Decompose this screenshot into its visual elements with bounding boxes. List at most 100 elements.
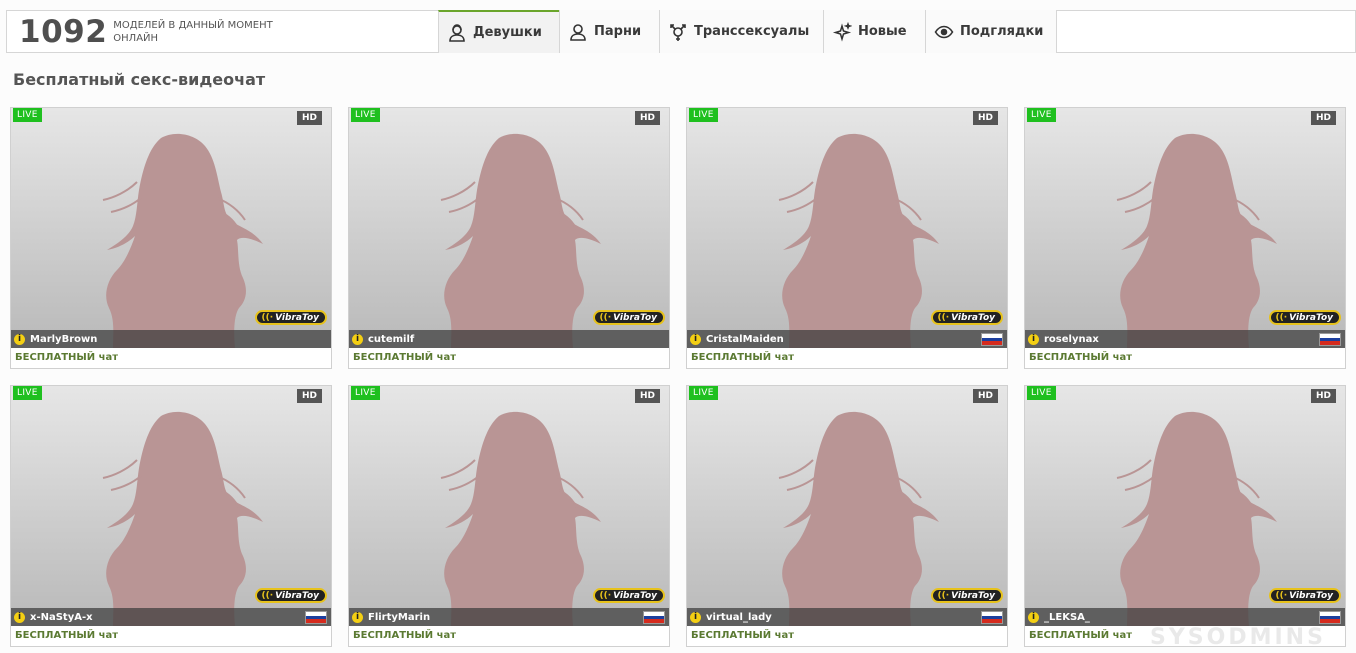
info-icon[interactable]: i	[352, 611, 363, 623]
info-icon[interactable]: i	[14, 333, 25, 345]
model-name[interactable]: MarlyBrown	[30, 334, 97, 345]
live-badge: LIVE	[689, 386, 718, 400]
tab-boys[interactable]: Парни	[559, 10, 659, 53]
model-name[interactable]: cutemilf	[368, 334, 414, 345]
tab-new[interactable]: Новые	[823, 10, 925, 53]
vibratoy-label: VibraToy	[275, 590, 319, 601]
flag-ru-icon	[981, 611, 1003, 624]
category-tabs: Девушки Парни Транссексуалы Новые Подгля…	[438, 10, 1057, 53]
model-name[interactable]: roselynax	[1044, 334, 1099, 345]
chat-type-label[interactable]: БЕСПЛАТНЫЙ чат	[1029, 352, 1132, 363]
live-badge: LIVE	[13, 386, 42, 400]
hd-badge: HD	[972, 389, 998, 403]
model-thumbnail[interactable]: LIVE HD ((· VibraToy i cutemilf	[349, 108, 669, 348]
vibratoy-label: VibraToy	[275, 312, 319, 323]
tab-trans-label: Транссексуалы	[694, 24, 810, 39]
model-name[interactable]: x-NaStyA-x	[30, 612, 93, 623]
vibration-icon: ((·	[1275, 312, 1288, 323]
chat-type-label[interactable]: БЕСПЛАТНЫЙ чат	[691, 352, 794, 363]
silhouette-placeholder	[1116, 411, 1277, 626]
hd-badge: HD	[972, 111, 998, 125]
male-user-icon	[568, 21, 588, 43]
vibration-icon: ((·	[599, 590, 612, 601]
model-card[interactable]: LIVE HD ((· VibraToy i MarlyBrown БЕСПЛАТ…	[10, 107, 332, 369]
vibratoy-badge: ((· VibraToy	[593, 310, 665, 325]
vibratoy-badge: ((· VibraToy	[1269, 588, 1341, 603]
info-icon[interactable]: i	[1028, 611, 1039, 623]
flag-stripe	[644, 619, 664, 624]
flag-stripe	[982, 619, 1002, 624]
info-icon[interactable]: i	[690, 611, 701, 623]
online-count-label: МОДЕЛЕЙ В ДАННЫЙ МОМЕНТ ОНЛАЙН	[113, 20, 273, 44]
model-card[interactable]: LIVE HD ((· VibraToy i cutemilf БЕСПЛАТНЫ…	[348, 107, 670, 369]
info-icon[interactable]: i	[1028, 333, 1039, 345]
vibratoy-badge: ((· VibraToy	[593, 588, 665, 603]
silhouette-placeholder	[102, 133, 263, 348]
silhouette-placeholder	[440, 133, 601, 348]
transgender-icon	[668, 21, 688, 43]
model-name-bar: i x-NaStyA-x	[11, 608, 331, 626]
chat-type-label[interactable]: БЕСПЛАТНЫЙ чат	[1029, 630, 1132, 641]
chat-type-label[interactable]: БЕСПЛАТНЫЙ чат	[353, 352, 456, 363]
flag-ru-icon	[1319, 611, 1341, 624]
model-thumbnail[interactable]: LIVE HD ((· VibraToy i FlirtyMarin	[349, 386, 669, 626]
model-card[interactable]: LIVE HD ((· VibraToy i FlirtyMarin БЕСПЛА…	[348, 385, 670, 647]
live-badge: LIVE	[1027, 386, 1056, 400]
chat-type-label[interactable]: БЕСПЛАТНЫЙ чат	[353, 630, 456, 641]
tab-boys-label: Парни	[594, 24, 642, 39]
flag-ru-icon	[981, 333, 1003, 346]
model-card[interactable]: LIVE HD ((· VibraToy i x-NaStyA-x БЕСПЛАТ…	[10, 385, 332, 647]
vibration-icon: ((·	[599, 312, 612, 323]
model-card[interactable]: LIVE HD ((· VibraToy i virtual_lady БЕСПЛ…	[686, 385, 1008, 647]
flag-stripe	[306, 619, 326, 624]
hd-badge: HD	[296, 111, 322, 125]
model-name[interactable]: _LEKSA_	[1044, 612, 1090, 623]
chat-type-label[interactable]: БЕСПЛАТНЫЙ чат	[15, 630, 118, 641]
model-thumbnail[interactable]: LIVE HD ((· VibraToy i MarlyBrown	[11, 108, 331, 348]
info-icon[interactable]: i	[690, 333, 701, 345]
vibratoy-badge: ((· VibraToy	[931, 588, 1003, 603]
info-icon[interactable]: i	[14, 611, 25, 623]
silhouette-placeholder	[1116, 133, 1277, 348]
sparkle-icon	[832, 21, 852, 43]
model-name-bar: i roselynax	[1025, 330, 1345, 348]
silhouette-placeholder	[778, 411, 939, 626]
flag-stripe	[982, 341, 1002, 346]
info-icon[interactable]: i	[352, 333, 363, 345]
live-badge: LIVE	[689, 108, 718, 122]
vibration-icon: ((·	[261, 312, 274, 323]
flag-ru-icon	[643, 611, 665, 624]
tab-girls[interactable]: Девушки	[438, 10, 559, 53]
vibration-icon: ((·	[1275, 590, 1288, 601]
model-thumbnail[interactable]: LIVE HD ((· VibraToy i x-NaStyA-x	[11, 386, 331, 626]
model-name-bar: i MarlyBrown	[11, 330, 331, 348]
top-bar: 1092 МОДЕЛЕЙ В ДАННЫЙ МОМЕНТ ОНЛАЙН Деву…	[6, 10, 1356, 53]
model-card[interactable]: LIVE HD ((· VibraToy i _LEKSA_ БЕСПЛАТНЫЙ…	[1024, 385, 1346, 647]
vibratoy-label: VibraToy	[1289, 312, 1333, 323]
live-badge: LIVE	[13, 108, 42, 122]
tab-trans[interactable]: Транссексуалы	[659, 10, 823, 53]
model-name[interactable]: CristalMaiden	[706, 334, 784, 345]
model-thumbnail[interactable]: LIVE HD ((· VibraToy i CristalMaiden	[687, 108, 1007, 348]
vibratoy-badge: ((· VibraToy	[1269, 310, 1341, 325]
model-name[interactable]: FlirtyMarin	[368, 612, 430, 623]
model-name-bar: i FlirtyMarin	[349, 608, 669, 626]
model-thumbnail[interactable]: LIVE HD ((· VibraToy i roselynax	[1025, 108, 1345, 348]
hd-badge: HD	[1310, 389, 1336, 403]
tab-spy-label: Подглядки	[960, 24, 1044, 39]
model-thumbnail[interactable]: LIVE HD ((· VibraToy i virtual_lady	[687, 386, 1007, 626]
vibratoy-label: VibraToy	[951, 590, 995, 601]
chat-type-label[interactable]: БЕСПЛАТНЫЙ чат	[15, 352, 118, 363]
model-thumbnail[interactable]: LIVE HD ((· VibraToy i _LEKSA_	[1025, 386, 1345, 626]
online-counter: 1092 МОДЕЛЕЙ В ДАННЫЙ МОМЕНТ ОНЛАЙН	[19, 14, 293, 50]
vibratoy-badge: ((· VibraToy	[255, 588, 327, 603]
model-card[interactable]: LIVE HD ((· VibraToy i CristalMaiden БЕСП…	[686, 107, 1008, 369]
tab-girls-label: Девушки	[473, 25, 542, 40]
silhouette-placeholder	[102, 411, 263, 626]
model-name[interactable]: virtual_lady	[706, 612, 772, 623]
tab-spy[interactable]: Подглядки	[925, 10, 1057, 53]
model-card[interactable]: LIVE HD ((· VibraToy i roselynax БЕСПЛАТН…	[1024, 107, 1346, 369]
chat-type-label[interactable]: БЕСПЛАТНЫЙ чат	[691, 630, 794, 641]
flag-stripe	[1320, 341, 1340, 346]
vibratoy-badge: ((· VibraToy	[931, 310, 1003, 325]
